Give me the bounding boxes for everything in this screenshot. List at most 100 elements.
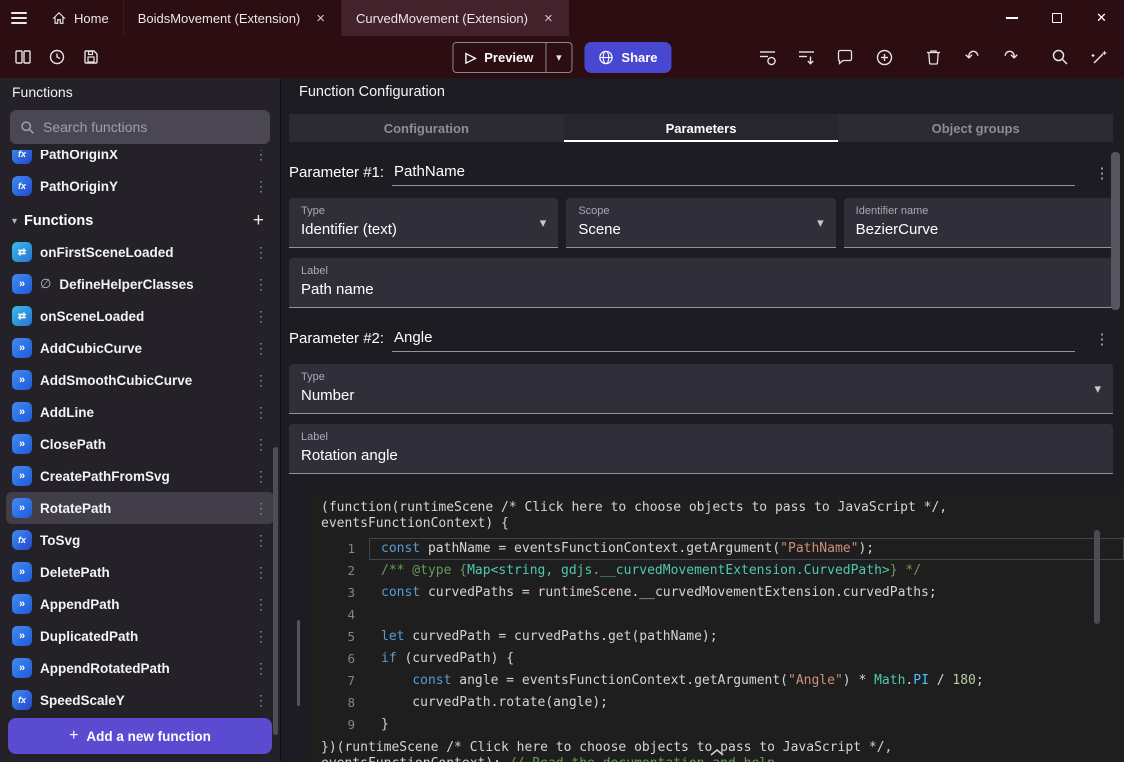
add-comment-button[interactable] [832,44,858,70]
item-menu-button[interactable]: ⋮ [254,500,268,517]
panel-resize-handle[interactable] [297,620,300,706]
function-list-item[interactable]: »AppendRotatedPath⋮ [6,652,274,684]
add-function-icon[interactable]: + [249,210,268,232]
project-manager-button[interactable] [10,44,36,70]
titlebar: Home BoidsMovement (Extension) × CurvedM… [0,0,1124,36]
item-menu-button[interactable]: ⋮ [254,564,268,581]
function-list-item[interactable]: »DeletePath⋮ [6,556,274,588]
function-list-scrolled: fxPathOriginX⋮fxPathOriginY⋮ [0,150,280,202]
search-functions-input[interactable] [43,119,260,135]
code-line: 8 curvedPath.rotate(angle); [309,692,1124,714]
delete-button[interactable] [920,44,946,70]
function-list-item[interactable]: »ClosePath⋮ [6,428,274,460]
function-name: DefineHelperClasses [59,277,246,292]
add-function-label: Add a new function [86,729,211,744]
tab-object-groups[interactable]: Object groups [838,114,1113,142]
item-menu-button[interactable]: ⋮ [254,340,268,357]
tab-boidsmovement[interactable]: BoidsMovement (Extension) × [124,0,342,36]
history-button[interactable] [44,44,70,70]
item-menu-button[interactable]: ⋮ [254,244,268,261]
param1-type-select[interactable]: Type Identifier (text) ▾ [289,198,558,248]
item-menu-button[interactable]: ⋮ [254,372,268,389]
close-tab-icon[interactable]: × [542,11,555,26]
item-menu-button[interactable]: ⋮ [254,436,268,453]
main-menu-button[interactable] [0,0,38,36]
function-list-item[interactable]: »AddLine⋮ [6,396,274,428]
function-name: PathOriginX [40,150,246,162]
trash-icon [925,48,942,66]
close-tab-icon[interactable]: × [314,11,327,26]
parameter-menu-button[interactable]: ⋮ [1091,330,1113,352]
undo-button[interactable]: ↶ [959,44,985,70]
item-menu-button[interactable]: ⋮ [254,692,268,709]
code-line: 2/** @type {Map<string, gdjs.__curvedMov… [309,560,1124,582]
function-list-item[interactable]: »AddCubicCurve⋮ [6,332,274,364]
redo-button[interactable]: ↷ [998,44,1024,70]
function-list-item[interactable]: ⇄onFirstSceneLoaded⋮ [6,236,274,268]
add-new-function-button[interactable]: + Add a new function [8,718,272,754]
function-list-item[interactable]: fxSpeedScaleY⋮ [6,684,274,712]
tab-curvedmovement[interactable]: CurvedMovement (Extension) × [342,0,569,36]
parameter-name-input[interactable]: Angle [392,329,1075,352]
tab-home[interactable]: Home [38,0,124,36]
add-subevent-button[interactable] [793,44,819,70]
functions-section-header[interactable]: ▾ Functions + [0,206,280,236]
parameter-menu-button[interactable]: ⋮ [1091,164,1113,186]
code-wrapper-header[interactable]: (function(runtimeScene /* Click here to … [309,492,1124,538]
preview-button[interactable]: ▷ Preview ▾ [452,42,572,73]
function-list-item[interactable]: »RotatePath⋮ [6,492,274,524]
add-event-button[interactable] [754,44,780,70]
add-circle-button[interactable] [871,44,897,70]
param2-type-select[interactable]: Type Number ▾ [289,364,1113,414]
panel-scrollbar[interactable] [1111,152,1120,310]
sidebar-scrollbar[interactable] [273,447,278,735]
save-button[interactable] [78,44,104,70]
item-menu-button[interactable]: ⋮ [254,276,268,293]
search-functions-box[interactable] [10,110,270,144]
function-list-item[interactable]: »∅DefineHelperClasses⋮ [6,268,274,300]
toolbar: ▷ Preview ▾ Share [0,36,1124,78]
share-button[interactable]: Share [584,42,671,73]
function-list-item[interactable]: »AppendPath⋮ [6,588,274,620]
line-number: 8 [309,692,369,714]
item-menu-button[interactable]: ⋮ [254,596,268,613]
maximize-button[interactable] [1034,0,1079,36]
code-line: 4 [309,604,1124,626]
function-list-item[interactable]: fxPathOriginY⋮ [6,170,274,202]
settings-button[interactable] [1086,44,1112,70]
search-button[interactable] [1047,44,1073,70]
clock-icon [48,48,66,66]
close-button[interactable]: ✕ [1079,0,1124,36]
item-menu-button[interactable]: ⋮ [254,404,268,421]
javascript-code-editor[interactable]: (function(runtimeScene /* Click here to … [309,492,1124,762]
item-menu-button[interactable]: ⋮ [254,468,268,485]
line-number: 2 [309,560,369,582]
param1-identifier-input[interactable]: Identifier name BezierCurve [844,198,1113,248]
function-list-item[interactable]: fxPathOriginX⋮ [6,150,274,170]
tab-configuration[interactable]: Configuration [289,114,564,142]
item-menu-button[interactable]: ⋮ [254,308,268,325]
item-menu-button[interactable]: ⋮ [254,660,268,677]
function-list-item[interactable]: »DuplicatedPath⋮ [6,620,274,652]
parameter-name-input[interactable]: PathName [392,163,1075,186]
field-value: Path name [301,281,374,298]
expand-editor-button[interactable] [708,746,726,761]
item-menu-button[interactable]: ⋮ [254,628,268,645]
documentation-link[interactable]: // Read the documentation and help [509,756,775,762]
function-list-item[interactable]: ⇄onSceneLoaded⋮ [6,300,274,332]
editor-scrollbar[interactable] [1094,530,1100,624]
param1-label-input[interactable]: Label Path name [289,258,1113,308]
param1-scope-select[interactable]: Scope Scene ▾ [566,198,835,248]
item-menu-button[interactable]: ⋮ [254,178,268,195]
preview-options-button[interactable]: ▾ [545,43,571,72]
param2-label-input[interactable]: Label Rotation angle [289,424,1113,474]
code-lines[interactable]: 1const pathName = eventsFunctionContext.… [309,538,1124,736]
tab-parameters[interactable]: Parameters [564,114,839,142]
item-menu-button[interactable]: ⋮ [254,532,268,549]
search-icon [20,120,35,135]
item-menu-button[interactable]: ⋮ [254,150,268,163]
function-list-item[interactable]: »AddSmoothCubicCurve⋮ [6,364,274,396]
function-list-item[interactable]: fxToSvg⋮ [6,524,274,556]
minimize-button[interactable] [989,0,1034,36]
function-list-item[interactable]: »CreatePathFromSvg⋮ [6,460,274,492]
